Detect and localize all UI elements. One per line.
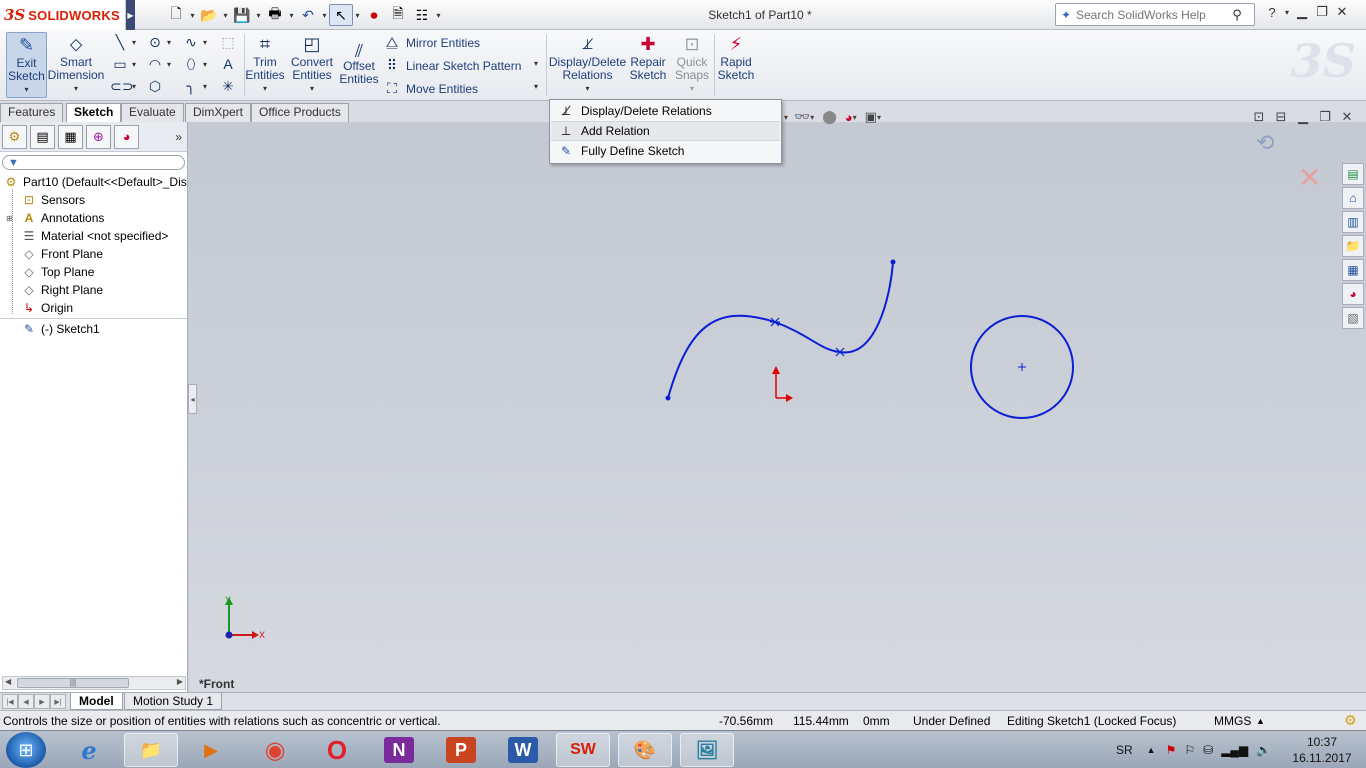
system-clock[interactable]: 10:37 16.11.2017 [1292, 734, 1352, 766]
spline-point-marker[interactable] [770, 317, 780, 327]
usb-device-icon[interactable]: ⛁ [1203, 743, 1213, 757]
display-delete-relations-icon: ⊥̸ [560, 104, 572, 118]
task-pane-tabs: ▤ ⌂ ▥ 📁 ▦ ◕ ▧ [1342, 163, 1364, 331]
apply-scene-icon[interactable]: ◕ [845, 110, 853, 125]
spline-endpoint[interactable] [890, 259, 896, 265]
next-tab-icon[interactable]: ▶ [34, 694, 50, 709]
appearances-icon[interactable]: ◕ [1342, 283, 1364, 305]
photos-icon[interactable]: 🖼 [680, 733, 734, 767]
home-icon[interactable]: ⌂ [1342, 187, 1364, 209]
tab-navigation: |◀ ◀ ▶ ▶| [2, 694, 66, 709]
windows-taskbar: ⊞ e 📁 ▶ ◉ O N P W SW 🎨 🖼 SR ▲ ⚑ ⚐ ⛁ ▂▄▆ … [0, 730, 1366, 768]
menu-item-display-delete-relations[interactable]: ⊥̸ Display/Delete Relations [551, 101, 780, 121]
design-library-icon[interactable]: ▥ [1342, 211, 1364, 233]
scene-dropdown-icon[interactable]: ▾ [853, 113, 857, 122]
unit-system-selector[interactable]: MMGS [1214, 714, 1251, 728]
view-settings-icon[interactable]: ▣ [865, 109, 877, 125]
menu-item-add-relation[interactable]: ⊥ Add Relation [551, 121, 780, 141]
add-relation-icon: ⊥ [560, 124, 572, 138]
windows-start-icon[interactable]: ⊞ [6, 732, 46, 768]
action-center-icon[interactable]: ⚐ [1184, 743, 1195, 757]
solidworks-resources-icon[interactable]: ▤ [1342, 163, 1364, 185]
circle-center-point[interactable] [1018, 363, 1026, 371]
hide-show-items-icon[interactable]: 👓 [794, 109, 810, 125]
triad-y-label: Y [225, 595, 231, 605]
model-tabs-bar: |◀ ◀ ▶ ▶| Model Motion Study 1 [0, 692, 1366, 710]
paint-icon[interactable]: 🎨 [618, 733, 672, 767]
show-hidden-icons-icon[interactable]: ▲ [1147, 745, 1156, 755]
units-dropdown-icon[interactable]: ▲ [1256, 716, 1265, 726]
rebuild-warning-icon[interactable]: ⚙ [1344, 712, 1357, 729]
tab-motion-study-1[interactable]: Motion Study 1 [124, 693, 223, 710]
view-palette-icon[interactable]: ▦ [1342, 259, 1364, 281]
prev-tab-icon[interactable]: ◀ [18, 694, 34, 709]
relations-dropdown-menu: ⊥̸ Display/Delete Relations ⊥ Add Relati… [549, 99, 782, 164]
volume-icon[interactable]: 🔊 [1256, 743, 1271, 757]
system-tray: SR ▲ ⚑ ⚐ ⛁ ▂▄▆ 🔊 [1116, 731, 1271, 768]
sketch-spline[interactable] [667, 261, 894, 399]
heads-up-view-toolbar: ▾ 👓 ▾ ⬤ ◕ ▾ ▣ ▾ [784, 109, 881, 125]
spline-endpoint[interactable] [665, 395, 671, 401]
hide-show-dropdown-icon[interactable]: ▾ [810, 113, 814, 122]
onenote-icon[interactable]: N [384, 737, 414, 763]
viewport-minimize-icon[interactable]: ▁ [1292, 109, 1314, 125]
hud-dropdown-icon[interactable]: ▾ [784, 113, 788, 122]
internet-explorer-icon[interactable]: e [62, 733, 116, 767]
menu-item-fully-define-sketch[interactable]: ✎ Fully Define Sketch [551, 141, 780, 161]
viewport-controls: ⊡ ⊟ ▁ ❐ ✕ [1248, 109, 1358, 125]
clock-date: 16.11.2017 [1292, 751, 1352, 765]
signal-strength-icon[interactable]: ▂▄▆ [1221, 743, 1248, 757]
edit-appearance-icon[interactable]: ⬤ [822, 109, 837, 125]
sketch-origin-icon [772, 366, 793, 402]
view-orientation-label: *Front [199, 677, 235, 691]
solidworks-taskbar-icon[interactable]: SW [556, 733, 610, 767]
menu-item-label: Display/Delete Relations [581, 104, 712, 118]
tab-model[interactable]: Model [70, 693, 123, 710]
spline-point-marker[interactable] [835, 347, 845, 357]
custom-properties-icon[interactable]: ▧ [1342, 307, 1364, 329]
media-player-icon[interactable]: ▶ [184, 733, 238, 767]
clock-time: 10:37 [1306, 735, 1338, 749]
menu-item-label: Add Relation [581, 124, 650, 138]
file-explorer-icon[interactable]: 📁 [124, 733, 178, 767]
input-language[interactable]: SR [1116, 743, 1133, 757]
powerpoint-icon[interactable]: P [446, 737, 476, 763]
opera-icon[interactable]: O [310, 733, 364, 767]
network-alert-icon[interactable]: ⚑ [1166, 743, 1177, 757]
fully-define-sketch-icon: ✎ [560, 144, 572, 158]
status-x-coordinate: -70.56mm [719, 714, 774, 728]
confirmation-corner-exit-icon[interactable]: ⟲ [1256, 130, 1274, 156]
file-explorer-icon[interactable]: 📁 [1342, 235, 1364, 257]
menu-item-label: Fully Define Sketch [581, 144, 685, 158]
sketch-definition-status: Under Defined [913, 714, 991, 728]
status-message: Controls the size or position of entitie… [3, 714, 441, 728]
status-bar: Controls the size or position of entitie… [0, 710, 1366, 730]
status-y-coordinate: 115.44mm [793, 714, 849, 728]
triad-x-label: X [259, 630, 265, 640]
last-tab-icon[interactable]: ▶| [50, 694, 66, 709]
first-tab-icon[interactable]: |◀ [2, 694, 18, 709]
word-icon[interactable]: W [508, 737, 538, 763]
view-settings-dropdown-icon[interactable]: ▾ [877, 113, 881, 122]
status-z-coordinate: 0mm [863, 714, 890, 728]
viewport-restore-icon[interactable]: ❐ [1314, 109, 1336, 125]
editing-status: Editing Sketch1 (Locked Focus) [1007, 714, 1177, 728]
chrome-icon[interactable]: ◉ [248, 733, 302, 767]
viewport-split-icon[interactable]: ⊡ [1248, 109, 1270, 125]
confirmation-corner-cancel-icon[interactable]: ✕ [1298, 161, 1321, 194]
viewport-close-icon[interactable]: ✕ [1336, 109, 1358, 125]
viewport-link-icon[interactable]: ⊟ [1270, 109, 1292, 125]
